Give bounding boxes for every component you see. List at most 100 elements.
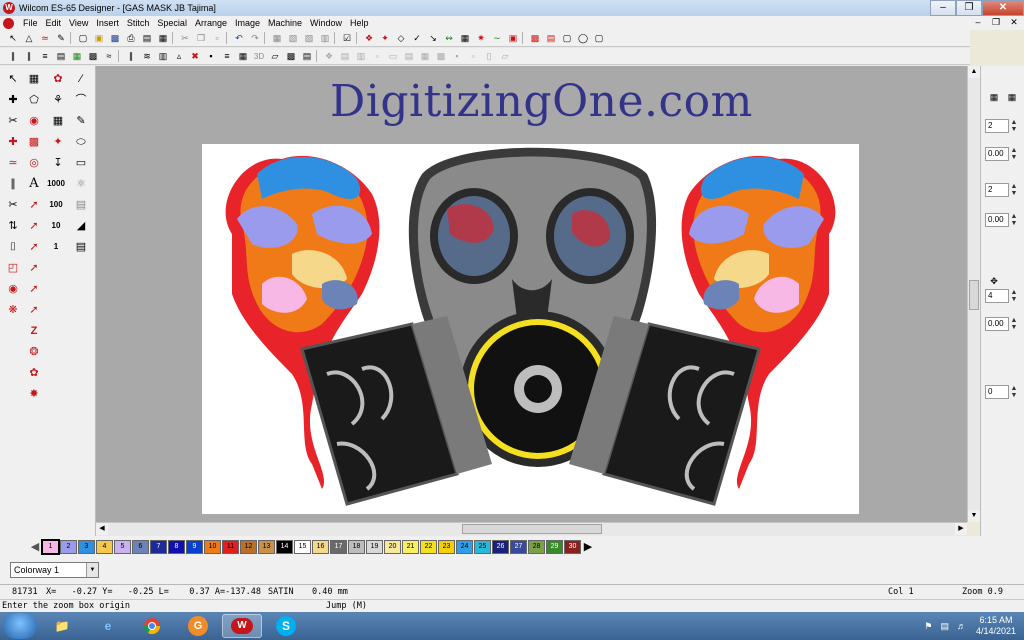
colorway-select[interactable]: Colorway 1 ▼ [10, 562, 99, 578]
complex-fill-icon[interactable]: ∥ [4, 175, 22, 193]
close-button[interactable]: ✕ [982, 0, 1024, 16]
menu-edit[interactable]: Edit [42, 18, 66, 28]
chrome-icon[interactable] [132, 614, 172, 638]
circle-stitch-icon[interactable]: ✿ [25, 364, 43, 382]
count-value[interactable]: 0 [985, 385, 1009, 399]
color-chip[interactable]: 6 [132, 540, 149, 554]
color-chip[interactable]: 7 [150, 540, 167, 554]
document-icon[interactable] [3, 17, 14, 29]
column-a-icon[interactable]: ▩ [25, 133, 43, 151]
ungroup-icon[interactable]: ▧ [286, 32, 300, 45]
save-icon[interactable]: ▩ [108, 32, 122, 45]
menu-window[interactable]: Window [306, 18, 346, 28]
offset-x-spinner[interactable]: 0.00 ▲ ▼ [985, 146, 1021, 162]
paste-icon[interactable]: ▫ [210, 32, 224, 45]
stitch-select-icon[interactable]: ✚ [4, 133, 22, 151]
ie-icon[interactable]: e [88, 614, 128, 638]
motif-fill-icon[interactable]: ▪ [204, 50, 218, 63]
horizontal-scroll-thumb[interactable] [462, 524, 602, 534]
menu-machine[interactable]: Machine [264, 18, 306, 28]
grid-icon[interactable]: ▦ [458, 32, 472, 45]
start-button[interactable] [3, 613, 37, 639]
color-chip[interactable]: 22 [420, 540, 437, 554]
connector-icon[interactable]: ↭ [442, 32, 456, 45]
count-spinner[interactable]: 0 ▲ ▼ [985, 384, 1021, 400]
freehand-icon[interactable]: ✎ [72, 112, 90, 130]
effect-i-icon[interactable]: ▪ [450, 50, 464, 63]
offset-y-value[interactable]: 0.00 [985, 213, 1009, 227]
scroll-up-icon[interactable]: ▲ [968, 66, 980, 78]
scissors-icon[interactable]: ✂ [4, 196, 22, 214]
reshape-icon[interactable]: △ [22, 32, 36, 45]
spin-arrows-icon[interactable]: ▲ ▼ [1009, 183, 1019, 197]
ellipse-tool-icon[interactable]: ⬭ [72, 133, 90, 151]
menu-insert[interactable]: Insert [92, 18, 123, 28]
point-select-icon[interactable]: ✚ [4, 91, 22, 109]
zoom-icon[interactable]: ◯ [576, 32, 590, 45]
doc-close-button[interactable]: ✕ [1006, 16, 1022, 28]
color-chip[interactable]: 17 [330, 540, 347, 554]
effect-e-icon[interactable]: ▭ [386, 50, 400, 63]
copy-icon[interactable]: ❐ [194, 32, 208, 45]
menu-file[interactable]: File [19, 18, 42, 28]
color-chip[interactable]: 24 [456, 540, 473, 554]
volume-icon[interactable]: ♬ [953, 621, 970, 631]
wilcom-app-icon[interactable]: W [3, 2, 15, 14]
backtrack-icon[interactable]: ➚ [25, 238, 43, 256]
effect-j-icon[interactable]: ▫ [466, 50, 480, 63]
pattern-run-icon[interactable]: ∥ [124, 50, 138, 63]
color-chip[interactable]: 1 [41, 539, 60, 555]
align-grid-icon[interactable]: ▦ [985, 88, 1003, 106]
offset-x-value[interactable]: 0.00 [985, 147, 1009, 161]
color-chip[interactable]: 28 [528, 540, 545, 554]
numbering-icon[interactable]: 10 [47, 217, 65, 235]
blend-icon[interactable]: ▦ [236, 50, 250, 63]
select-tool-icon[interactable]: ↖ [4, 70, 22, 88]
color-chip[interactable]: 21 [402, 540, 419, 554]
color-chip[interactable]: 30 [564, 540, 581, 554]
lock-icon[interactable]: ▨ [302, 32, 316, 45]
scroll-down-icon[interactable]: ▼ [968, 510, 980, 522]
globe-icon[interactable]: ◎ [25, 154, 43, 172]
open-folder-icon[interactable]: ▣ [92, 32, 106, 45]
spin-arrows-icon[interactable]: ▲ ▼ [1009, 385, 1019, 399]
serial-icon[interactable]: 1 [47, 238, 65, 256]
hoop-icon[interactable]: ∼ [490, 32, 504, 45]
vertical-scroll-thumb[interactable] [969, 280, 979, 310]
program-split-icon[interactable]: ▩ [86, 50, 100, 63]
hatch-icon[interactable]: ▱ [268, 50, 282, 63]
effect-h-icon[interactable]: ▩ [434, 50, 448, 63]
trim-icon[interactable]: ⇅ [4, 217, 22, 235]
color-chip[interactable]: 19 [366, 540, 383, 554]
vertical-scrollbar[interactable]: ▲ ▼ [967, 66, 980, 522]
color-chip[interactable]: 29 [546, 540, 563, 554]
color-chip[interactable]: 2 [60, 540, 77, 554]
color-chip[interactable]: 4 [96, 540, 113, 554]
color-chip[interactable]: 20 [384, 540, 401, 554]
zigzag-icon[interactable]: ▵ [172, 50, 186, 63]
rows-spinner[interactable]: 4 ▲ ▼ [985, 288, 1021, 304]
names-icon[interactable]: 100 [47, 196, 65, 214]
fill-icon[interactable]: ▤ [54, 50, 68, 63]
repeat-icon[interactable]: ➚ [25, 259, 43, 277]
color-chip[interactable]: 15 [294, 540, 311, 554]
color-chip[interactable]: 13 [258, 540, 275, 554]
appliqué-icon[interactable]: ⚛ [72, 175, 90, 193]
redo-icon[interactable]: ↷ [248, 32, 262, 45]
show-stitches-icon[interactable]: ❖ [362, 32, 376, 45]
chevron-down-icon[interactable]: ▼ [86, 563, 98, 577]
select-arrow-icon[interactable]: ↖ [6, 32, 20, 45]
explorer-icon[interactable]: 📁 [42, 614, 82, 638]
menu-arrange[interactable]: Arrange [191, 18, 231, 28]
network-icon[interactable]: ▤ [936, 621, 953, 632]
tatami-icon[interactable]: ≡ [38, 50, 52, 63]
color-chip[interactable]: 14 [276, 540, 293, 554]
lettering-tool-icon[interactable]: A [25, 175, 43, 193]
unlock-icon[interactable]: ▥ [318, 32, 332, 45]
effect-c-icon[interactable]: ▥ [354, 50, 368, 63]
auto-digitize-icon[interactable]: ◉ [25, 112, 43, 130]
line-tool-icon[interactable]: ∕ [72, 70, 90, 88]
contour-icon[interactable]: ≈ [102, 50, 116, 63]
effect-l-icon[interactable]: ▱ [498, 50, 512, 63]
measure-icon[interactable]: ▤ [72, 238, 90, 256]
